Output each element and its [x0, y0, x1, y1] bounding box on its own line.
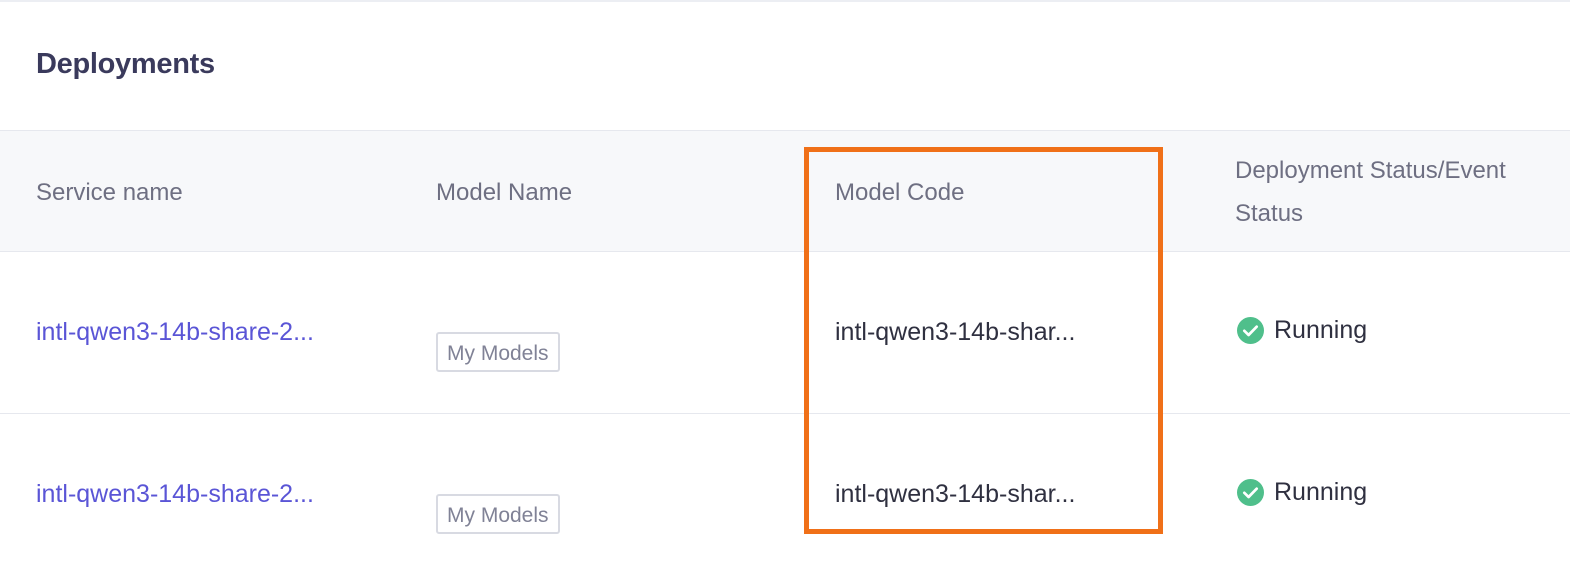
status-cell: Running — [1237, 478, 1367, 507]
check-circle-icon — [1237, 317, 1264, 344]
column-header-model-code: Model Code — [835, 179, 965, 206]
model-code-cell: intl-qwen3-14b-shar... — [835, 318, 1076, 346]
check-circle-icon — [1237, 479, 1264, 506]
column-header-service-name: Service name — [36, 179, 183, 206]
status-text: Running — [1274, 478, 1368, 506]
model-name-tag: My Models — [436, 494, 560, 534]
page-title: Deployments — [36, 48, 215, 80]
column-header-model-name: Model Name — [436, 179, 573, 206]
status-cell: Running — [1237, 316, 1367, 345]
column-header-deployment-status: Deployment Status/Event Status — [1235, 157, 1506, 227]
service-name-link[interactable]: intl-qwen3-14b-share-2... — [36, 318, 314, 347]
table-row: intl-qwen3-14b-share-2... My Models intl… — [0, 414, 1570, 568]
model-name-tag: My Models — [436, 332, 560, 372]
status-text: Running — [1274, 316, 1368, 344]
service-name-link[interactable]: intl-qwen3-14b-share-2... — [36, 480, 314, 509]
top-divider — [0, 0, 1570, 4]
table-row: intl-qwen3-14b-share-2... My Models intl… — [0, 252, 1570, 414]
deployments-page: Deployments Service name Model Name Mode… — [0, 0, 1570, 568]
model-code-cell: intl-qwen3-14b-shar... — [835, 480, 1076, 508]
table-header: Service name Model Name Model Code Deplo… — [0, 130, 1570, 252]
